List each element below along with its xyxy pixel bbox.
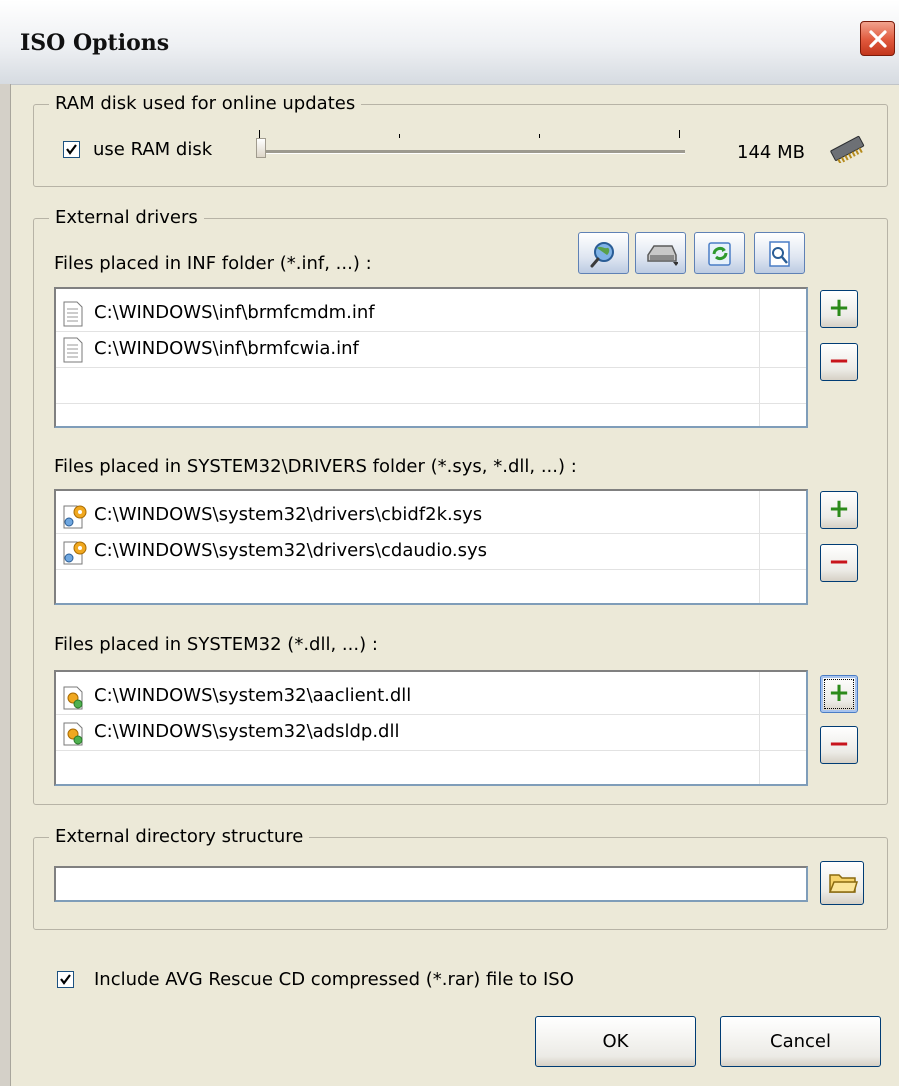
empty-row [56, 368, 806, 404]
list-item[interactable]: C:\WINDOWS\inf\brmfcwia.inf [56, 332, 806, 368]
add-inf-file-button[interactable]: + [820, 290, 858, 328]
file-path: C:\WINDOWS\inf\brmfcmdm.inf [94, 302, 375, 323]
file-path: C:\WINDOWS\system32\drivers\cbidf2k.sys [94, 504, 483, 525]
empty-row [56, 404, 806, 426]
properties-icon [769, 241, 790, 267]
cancel-button[interactable]: Cancel [720, 1016, 881, 1067]
window-title: ISO Options [20, 30, 170, 56]
remove-inf-file-button[interactable]: − [820, 343, 858, 381]
search-icon [590, 242, 614, 268]
browse-directory-button[interactable] [820, 861, 864, 905]
add-driver-file-button[interactable]: + [820, 491, 858, 529]
minus-icon: − [828, 729, 850, 759]
file-path: C:\WINDOWS\system32\drivers\cdaudio.sys [94, 540, 488, 561]
list-item[interactable]: C:\WINDOWS\system32\aaclient.dll [56, 679, 806, 715]
window-left-edge [0, 84, 11, 1086]
slider-tick [399, 134, 400, 138]
plus-icon: + [828, 678, 850, 708]
file-path: C:\WINDOWS\system32\aaclient.dll [94, 685, 412, 706]
checkmark-icon [60, 974, 71, 985]
checkmark-icon [66, 144, 77, 155]
drivers-file-list[interactable]: C:\WINDOWS\system32\drivers\cbidf2k.sys … [54, 489, 808, 605]
list-item[interactable]: C:\WINDOWS\inf\brmfcmdm.inf [56, 296, 806, 332]
list-item[interactable]: C:\WINDOWS\system32\adsldp.dll [56, 715, 806, 751]
remove-system32-file-button[interactable]: − [820, 726, 858, 764]
ram-disk-legend: RAM disk used for online updates [49, 93, 362, 115]
file-path: C:\WINDOWS\inf\brmfcwia.inf [94, 338, 359, 359]
list-item[interactable]: C:\WINDOWS\system32\drivers\cdaudio.sys [56, 534, 806, 570]
add-system32-file-button[interactable]: + [820, 675, 858, 713]
slider-tick [539, 134, 540, 138]
system-file-icon [63, 505, 87, 529]
properties-button[interactable] [754, 232, 805, 274]
minus-icon: − [828, 346, 850, 376]
close-button[interactable] [860, 21, 895, 56]
plus-icon: + [828, 293, 850, 323]
text-file-icon [63, 301, 83, 327]
slider-thumb[interactable] [256, 138, 266, 158]
text-file-icon [63, 337, 83, 363]
slider-tick [679, 130, 680, 138]
search-button[interactable] [578, 232, 629, 274]
use-ram-disk-checkbox[interactable] [63, 141, 80, 158]
ram-size-slider[interactable] [256, 128, 688, 162]
drive-icon [647, 245, 678, 266]
close-icon [869, 30, 887, 48]
use-ram-disk-label: use RAM disk [93, 139, 213, 160]
system32-file-list[interactable]: C:\WINDOWS\system32\aaclient.dll C:\WIND… [54, 670, 808, 786]
dll-file-icon [63, 722, 83, 746]
refresh-icon [708, 242, 731, 266]
iso-options-dialog: ISO Options RAM disk used for online upd… [0, 0, 899, 1086]
file-path: C:\WINDOWS\system32\adsldp.dll [94, 721, 400, 742]
include-rar-label: Include AVG Rescue CD compressed (*.rar)… [94, 969, 574, 990]
slider-track [261, 150, 685, 154]
directory-path-input[interactable] [54, 866, 808, 902]
ok-button[interactable]: OK [535, 1016, 696, 1067]
list-item[interactable]: C:\WINDOWS\system32\drivers\cbidf2k.sys [56, 498, 806, 534]
system32-folder-label: Files placed in SYSTEM32 (*.dll, ...) : [54, 634, 378, 655]
external-drivers-legend: External drivers [49, 207, 204, 229]
title-bar: ISO Options [0, 0, 899, 85]
remove-driver-file-button[interactable]: − [820, 544, 858, 582]
system-file-icon [63, 541, 87, 565]
include-rar-checkbox[interactable] [57, 971, 74, 988]
drive-button[interactable] [635, 232, 686, 274]
empty-row [56, 751, 806, 784]
inf-file-list[interactable]: C:\WINDOWS\inf\brmfcmdm.inf C:\WINDOWS\i… [54, 287, 808, 428]
slider-tick [259, 130, 260, 138]
empty-row [56, 570, 806, 603]
external-directory-legend: External directory structure [49, 826, 310, 848]
refresh-button[interactable] [694, 232, 745, 274]
drivers-folder-label: Files placed in SYSTEM32\DRIVERS folder … [54, 456, 577, 477]
ram-chip-icon [830, 135, 865, 163]
ram-size-value: 144 MB [737, 142, 805, 163]
plus-icon: + [828, 494, 850, 524]
dll-file-icon [63, 686, 83, 710]
folder-icon [828, 874, 858, 893]
minus-icon: − [828, 547, 850, 577]
inf-folder-label: Files placed in INF folder (*.inf, ...) … [54, 253, 372, 274]
